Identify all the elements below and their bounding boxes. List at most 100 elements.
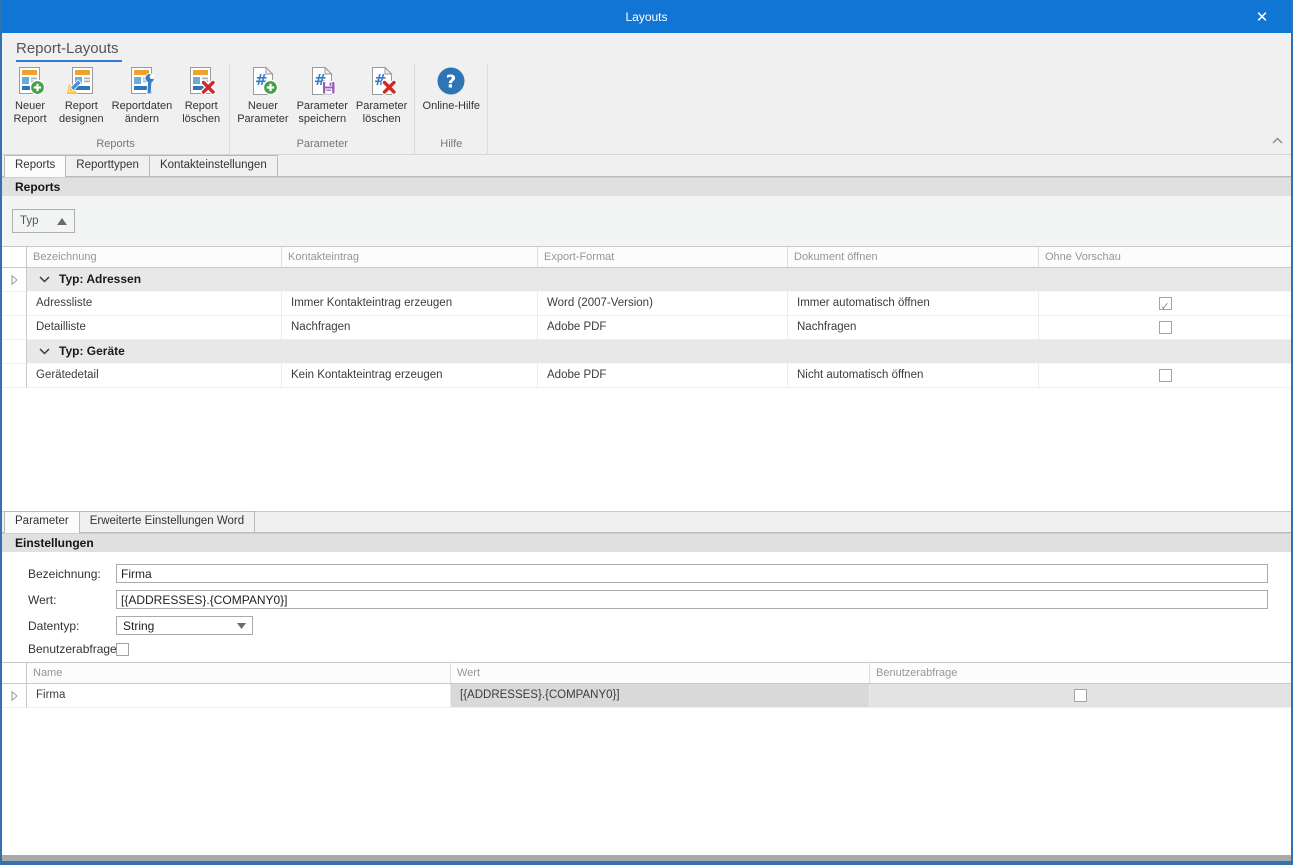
tab-reports[interactable]: Reports bbox=[4, 155, 66, 177]
collapse-ribbon-button[interactable] bbox=[1272, 131, 1283, 149]
button-label: Online-Hilfe bbox=[423, 100, 480, 113]
ohne-vorschau-checkbox[interactable] bbox=[1159, 297, 1172, 310]
button-label: Neuer bbox=[15, 100, 45, 113]
report-row-adressliste[interactable]: Adressliste Immer Kontakteintrag erzeuge… bbox=[2, 292, 1291, 316]
group-by-chip-typ[interactable]: Typ bbox=[12, 209, 75, 233]
datentyp-value: String bbox=[123, 619, 154, 633]
wert-label: Wert: bbox=[28, 593, 116, 607]
tab-parameter[interactable]: Parameter bbox=[4, 511, 80, 533]
button-label: Report bbox=[13, 113, 46, 126]
cell-name[interactable]: Firma bbox=[27, 684, 451, 708]
ribbon-group-hilfe: ? Online-Hilfe Hilfe bbox=[415, 63, 488, 155]
ribbon: Report-Layouts Ne bbox=[2, 33, 1291, 155]
cell-kontakteintrag[interactable]: Immer Kontakteintrag erzeugen bbox=[282, 292, 538, 316]
wert-input[interactable] bbox=[116, 590, 1268, 609]
button-label: Neuer bbox=[248, 100, 278, 113]
button-label: Reportdaten bbox=[112, 100, 173, 113]
column-header-benutzerabfrage[interactable]: Benutzerabfrage bbox=[870, 663, 1291, 683]
column-header-export-format[interactable]: Export-Format bbox=[538, 247, 788, 267]
row-indicator-cell bbox=[2, 292, 27, 316]
report-row-detailliste[interactable]: Detailliste Nachfragen Adobe PDF Nachfra… bbox=[2, 316, 1291, 340]
report-row-geraetedetail[interactable]: Gerätedetail Kein Kontakteintrag erzeuge… bbox=[2, 364, 1291, 388]
delete-report-button[interactable]: Report löschen bbox=[176, 63, 226, 126]
column-header-bezeichnung[interactable]: Bezeichnung bbox=[27, 247, 282, 267]
save-parameter-icon: # bbox=[306, 65, 338, 97]
group-row-label: Typ: Adressen bbox=[59, 268, 141, 291]
new-report-button[interactable]: Neuer Report bbox=[5, 63, 55, 126]
button-label: Report bbox=[65, 100, 98, 113]
column-header-ohne-vorschau[interactable]: Ohne Vorschau bbox=[1039, 247, 1291, 267]
cell-bezeichnung[interactable]: Adressliste bbox=[27, 292, 282, 316]
column-header-dokument-oeffnen[interactable]: Dokument öffnen bbox=[788, 247, 1039, 267]
tab-kontakteinstellungen[interactable]: Kontakteinstellungen bbox=[149, 155, 278, 176]
new-parameter-icon: # bbox=[247, 65, 279, 97]
row-indicator-icon bbox=[11, 275, 18, 285]
bezeichnung-label: Bezeichnung: bbox=[28, 567, 116, 581]
group-by-field-label: Typ bbox=[20, 215, 39, 227]
button-label: Parameter bbox=[356, 100, 407, 113]
column-header-wert[interactable]: Wert bbox=[451, 663, 870, 683]
parameter-row-firma[interactable]: Firma [{ADDRESSES}.{COMPANY0}] bbox=[2, 684, 1291, 708]
row-indicator-cell bbox=[2, 316, 27, 340]
titlebar: Layouts ✕ bbox=[2, 0, 1291, 33]
parameter-grid-header: Name Wert Benutzerabfrage bbox=[2, 663, 1291, 684]
collapse-group-icon[interactable] bbox=[39, 276, 50, 283]
parameter-tabstrip: Parameter Erweiterte Einstellungen Word bbox=[2, 511, 1291, 533]
save-parameter-button[interactable]: # Parameter speichern bbox=[293, 63, 352, 126]
row-indicator-header bbox=[2, 247, 27, 267]
window-title: Layouts bbox=[625, 10, 667, 24]
cell-dokument-oeffnen[interactable]: Nicht automatisch öffnen bbox=[788, 364, 1039, 388]
button-label: speichern bbox=[298, 113, 346, 126]
cell-bezeichnung[interactable]: Detailliste bbox=[27, 316, 282, 340]
datentyp-select[interactable]: String bbox=[116, 616, 253, 635]
einstellungen-panel-title: Einstellungen bbox=[2, 533, 1291, 552]
row-indicator-cell bbox=[2, 268, 27, 292]
collapse-group-icon[interactable] bbox=[39, 348, 50, 355]
column-header-kontakteintrag[interactable]: Kontakteintrag bbox=[282, 247, 538, 267]
close-icon[interactable]: ✕ bbox=[1247, 0, 1277, 33]
benutzerabfrage-row-checkbox[interactable] bbox=[1074, 689, 1087, 702]
reports-grid-body: Typ: Adressen Adressliste Immer Kontakte… bbox=[2, 268, 1291, 511]
group-row-typ-geraete[interactable]: Typ: Geräte bbox=[2, 340, 1291, 364]
cell-export-format[interactable]: Adobe PDF bbox=[538, 364, 788, 388]
ribbon-header: Report-Layouts bbox=[16, 40, 122, 62]
design-report-button[interactable]: Report designen bbox=[55, 63, 108, 126]
cell-wert[interactable]: [{ADDRESSES}.{COMPANY0}] bbox=[451, 684, 870, 708]
cell-export-format[interactable]: Adobe PDF bbox=[538, 316, 788, 340]
benutzerabfrage-label: Benutzerabfrage: bbox=[28, 642, 116, 656]
ribbon-group-parameter: # Neuer Parameter # bbox=[230, 63, 415, 155]
online-help-button[interactable]: ? Online-Hilfe bbox=[418, 63, 484, 113]
button-label: Parameter bbox=[297, 100, 348, 113]
layouts-window: Layouts ✕ Report-Layouts bbox=[0, 0, 1293, 865]
delete-parameter-icon: # bbox=[366, 65, 398, 97]
design-report-icon bbox=[65, 65, 97, 97]
delete-parameter-button[interactable]: # Parameter löschen bbox=[352, 63, 411, 126]
tab-erweiterte-einstellungen-word[interactable]: Erweiterte Einstellungen Word bbox=[79, 511, 255, 532]
ribbon-group-label: Hilfe bbox=[418, 136, 484, 155]
button-label: designen bbox=[59, 113, 104, 126]
ribbon-group-label: Reports bbox=[5, 136, 226, 155]
cell-bezeichnung[interactable]: Gerätedetail bbox=[27, 364, 282, 388]
row-indicator-icon bbox=[11, 691, 18, 701]
group-by-bar: Typ bbox=[2, 196, 1291, 247]
datentyp-label: Datentyp: bbox=[28, 619, 116, 633]
chevron-up-icon bbox=[1272, 137, 1283, 144]
tab-reporttypen[interactable]: Reporttypen bbox=[65, 155, 150, 176]
cell-dokument-oeffnen[interactable]: Immer automatisch öffnen bbox=[788, 292, 1039, 316]
ohne-vorschau-checkbox[interactable] bbox=[1159, 369, 1172, 382]
benutzerabfrage-checkbox[interactable] bbox=[116, 643, 129, 656]
cell-kontakteintrag[interactable]: Kein Kontakteintrag erzeugen bbox=[282, 364, 538, 388]
bezeichnung-input[interactable] bbox=[116, 564, 1268, 583]
column-header-name[interactable]: Name bbox=[27, 663, 451, 683]
cell-dokument-oeffnen[interactable]: Nachfragen bbox=[788, 316, 1039, 340]
ohne-vorschau-checkbox[interactable] bbox=[1159, 321, 1172, 334]
svg-text:?: ? bbox=[446, 72, 456, 93]
new-parameter-button[interactable]: # Neuer Parameter bbox=[233, 63, 292, 126]
group-row-typ-adressen[interactable]: Typ: Adressen bbox=[2, 268, 1291, 292]
reports-grid-header: Bezeichnung Kontakteintrag Export-Format… bbox=[2, 247, 1291, 268]
bottom-strip bbox=[2, 855, 1291, 861]
change-report-data-button[interactable]: Reportdaten ändern bbox=[108, 63, 177, 126]
row-indicator-cell bbox=[2, 364, 27, 388]
cell-export-format[interactable]: Word (2007-Version) bbox=[538, 292, 788, 316]
cell-kontakteintrag[interactable]: Nachfragen bbox=[282, 316, 538, 340]
